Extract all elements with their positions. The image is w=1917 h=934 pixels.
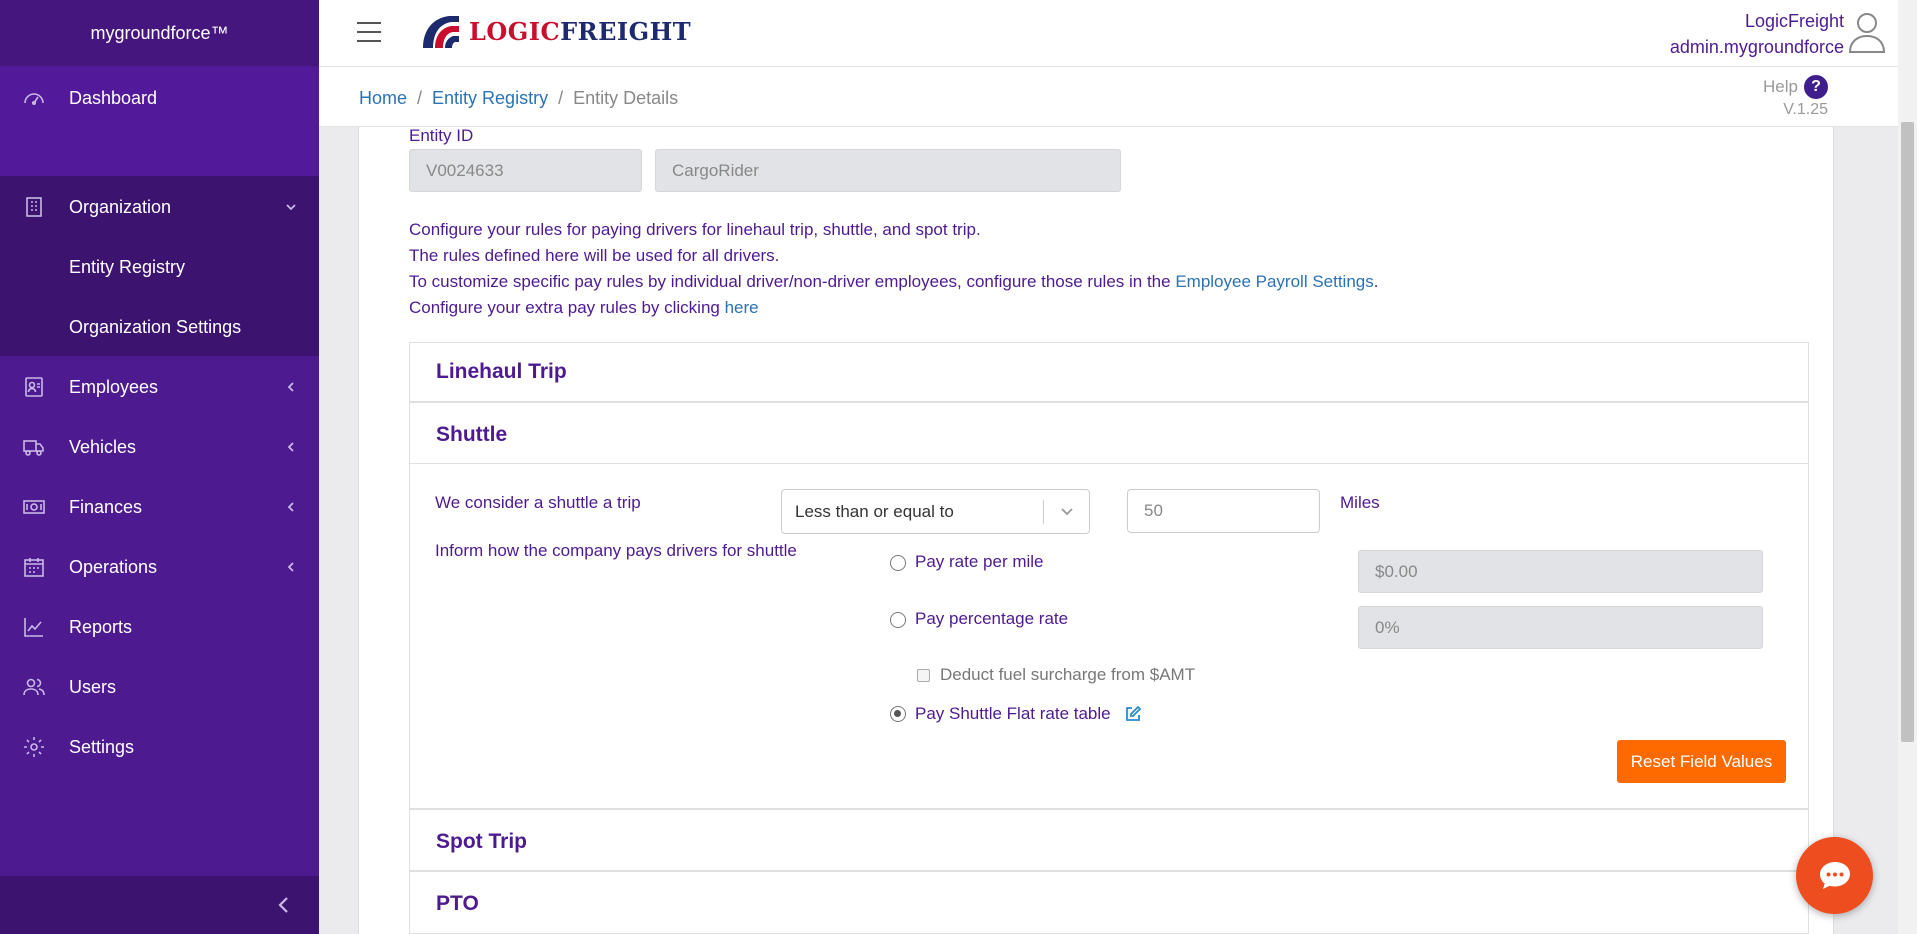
pay-rate-per-mile-label[interactable]: Pay rate per mile <box>915 552 1044 572</box>
pay-shuttle-flat-rate-label[interactable]: Pay Shuttle Flat rate table <box>915 704 1111 724</box>
sidebar-item-operations[interactable]: Operations <box>0 537 319 597</box>
sidebar-item-label: Dashboard <box>69 87 158 108</box>
description-line-1: Configure your rules for paying drivers … <box>409 220 981 239</box>
entity-id-label: Entity ID <box>409 126 474 145</box>
chat-button[interactable] <box>1796 837 1873 914</box>
breadcrumb-current: Entity Details <box>573 88 679 108</box>
shuttle-distance-input[interactable]: 50 <box>1127 489 1320 533</box>
building-icon <box>26 197 42 217</box>
linehaul-trip-heading[interactable]: Linehaul Trip <box>436 360 567 384</box>
user-info[interactable]: LogicFreight admin.mygroundforce <box>1670 8 1844 60</box>
calendar-icon <box>24 558 44 577</box>
chevron-down-icon <box>286 204 296 211</box>
entity-name-field: CargoRider <box>655 149 1121 192</box>
shuttle-comparison-value: Less than or equal to <box>795 501 954 521</box>
breadcrumb-entity-registry[interactable]: Entity Registry <box>432 88 548 108</box>
spot-trip-heading[interactable]: Spot Trip <box>436 830 527 854</box>
sidebar-item-label: Finances <box>69 496 143 517</box>
logo-text-freight: FREIGHT <box>560 16 692 46</box>
spot-trip-section[interactable] <box>409 809 1809 871</box>
scrollbar-thumb[interactable] <box>1901 122 1914 742</box>
page-scrollbar[interactable] <box>1898 0 1917 934</box>
shuttle-trip-label: We consider a shuttle a trip <box>435 493 641 512</box>
sidebar-item-label: Settings <box>69 736 135 757</box>
user-company: LogicFreight <box>1744 11 1844 31</box>
chevron-down-icon <box>1061 508 1073 516</box>
sidebar-item-employees[interactable]: Employees <box>0 357 319 417</box>
sidebar: mygroundforce™ Dashboard Organization En… <box>0 0 319 934</box>
sidebar-item-dashboard[interactable]: Dashboard <box>0 68 319 128</box>
truck-icon <box>23 440 44 456</box>
sidebar-item-finances[interactable]: Finances <box>0 477 319 537</box>
reset-field-values-button[interactable]: Reset Field Values <box>1617 740 1786 783</box>
shuttle-heading[interactable]: Shuttle <box>436 423 507 447</box>
sidebar-item-vehicles[interactable]: Vehicles <box>0 417 319 477</box>
chevron-left-icon <box>287 382 294 392</box>
linehaul-trip-section[interactable] <box>409 342 1809 402</box>
sidebar-item-organization[interactable]: Organization <box>0 177 319 237</box>
shuttle-comparison-select[interactable]: Less than or equal to <box>781 489 1090 534</box>
sidebar-item-label: Operations <box>69 556 158 577</box>
help-icon: ? <box>1804 75 1828 99</box>
sidebar-item-label: Users <box>69 676 117 697</box>
logo-text-logic: LOGIC <box>469 16 561 46</box>
sidebar-item-reports[interactable]: Reports <box>0 597 319 657</box>
chevron-left-icon <box>287 442 294 452</box>
sidebar-subitem-entity-registry[interactable]: Entity Registry <box>0 237 319 297</box>
user-avatar-icon[interactable] <box>1848 10 1886 54</box>
logo-mark-icon <box>423 16 459 48</box>
entity-id-field: V0024633 <box>409 149 642 192</box>
employee-badge-icon <box>25 377 43 397</box>
sidebar-item-settings[interactable]: Settings <box>0 717 319 777</box>
edit-icon[interactable] <box>1124 705 1142 723</box>
sidebar-item-label: Vehicles <box>69 436 137 457</box>
user-name: admin.mygroundforce <box>1669 37 1844 57</box>
pto-section[interactable] <box>409 871 1809 934</box>
description-line-2: The rules defined here will be used for … <box>409 246 780 265</box>
help-label: Help <box>1763 77 1798 96</box>
pay-percentage-rate-label[interactable]: Pay percentage rate <box>915 609 1068 629</box>
description-line-3: To customize specific pay rules by indiv… <box>409 272 1379 291</box>
menu-toggle-icon[interactable] <box>357 22 381 42</box>
money-icon <box>23 500 45 514</box>
gear-icon <box>24 737 44 757</box>
shuttle-distance-unit: Miles <box>1340 493 1380 512</box>
sidebar-brand[interactable]: mygroundforce™ <box>0 0 319 66</box>
pto-heading[interactable]: PTO <box>436 892 479 916</box>
breadcrumb-bar: Home / Entity Registry / Entity Details Help… <box>319 67 1898 127</box>
top-bar: LOGIC FREIGHT LogicFreight admin.myground… <box>319 0 1898 67</box>
sidebar-item-label: Reports <box>69 616 133 637</box>
chat-bubble-icon <box>1820 862 1850 889</box>
deduct-fuel-checkbox[interactable] <box>917 669 930 682</box>
sidebar-footer <box>0 876 319 934</box>
pay-percentage-rate-input: 0% <box>1358 606 1763 649</box>
shuttle-pay-label: Inform how the company pays drivers for … <box>435 541 797 560</box>
company-logo[interactable]: LOGIC FREIGHT <box>419 12 691 50</box>
pay-rate-per-mile-radio[interactable] <box>890 555 906 571</box>
sidebar-item-users[interactable]: Users <box>0 657 319 717</box>
shuttle-header[interactable] <box>409 402 1809 464</box>
employee-payroll-settings-link[interactable]: Employee Payroll Settings <box>1175 272 1373 291</box>
help-link[interactable]: Help ? <box>1763 75 1828 99</box>
chevron-left-icon <box>287 502 294 512</box>
pay-percentage-rate-radio[interactable] <box>890 612 906 628</box>
description-line-4: Configure your extra pay rules by clicki… <box>409 298 759 317</box>
pay-shuttle-flat-rate-radio[interactable] <box>890 706 906 722</box>
chart-line-icon <box>24 618 43 637</box>
breadcrumb-home[interactable]: Home <box>359 88 407 108</box>
deduct-fuel-label: Deduct fuel surcharge from $AMT <box>940 665 1196 684</box>
gauge-icon <box>24 93 44 106</box>
pay-rate-per-mile-input: $0.00 <box>1358 550 1763 593</box>
version-label: V.1.25 <box>1783 101 1828 118</box>
collapse-sidebar-icon[interactable] <box>273 894 295 916</box>
sidebar-subitem-organization-settings[interactable]: Organization Settings <box>0 297 319 357</box>
extra-pay-rules-link[interactable]: here <box>725 298 759 317</box>
sidebar-item-label: Employees <box>69 376 159 397</box>
chevron-left-icon <box>287 562 294 572</box>
users-icon <box>23 678 45 696</box>
breadcrumb: Home / Entity Registry / Entity Details <box>359 88 679 108</box>
sidebar-item-label: Organization <box>69 196 172 217</box>
